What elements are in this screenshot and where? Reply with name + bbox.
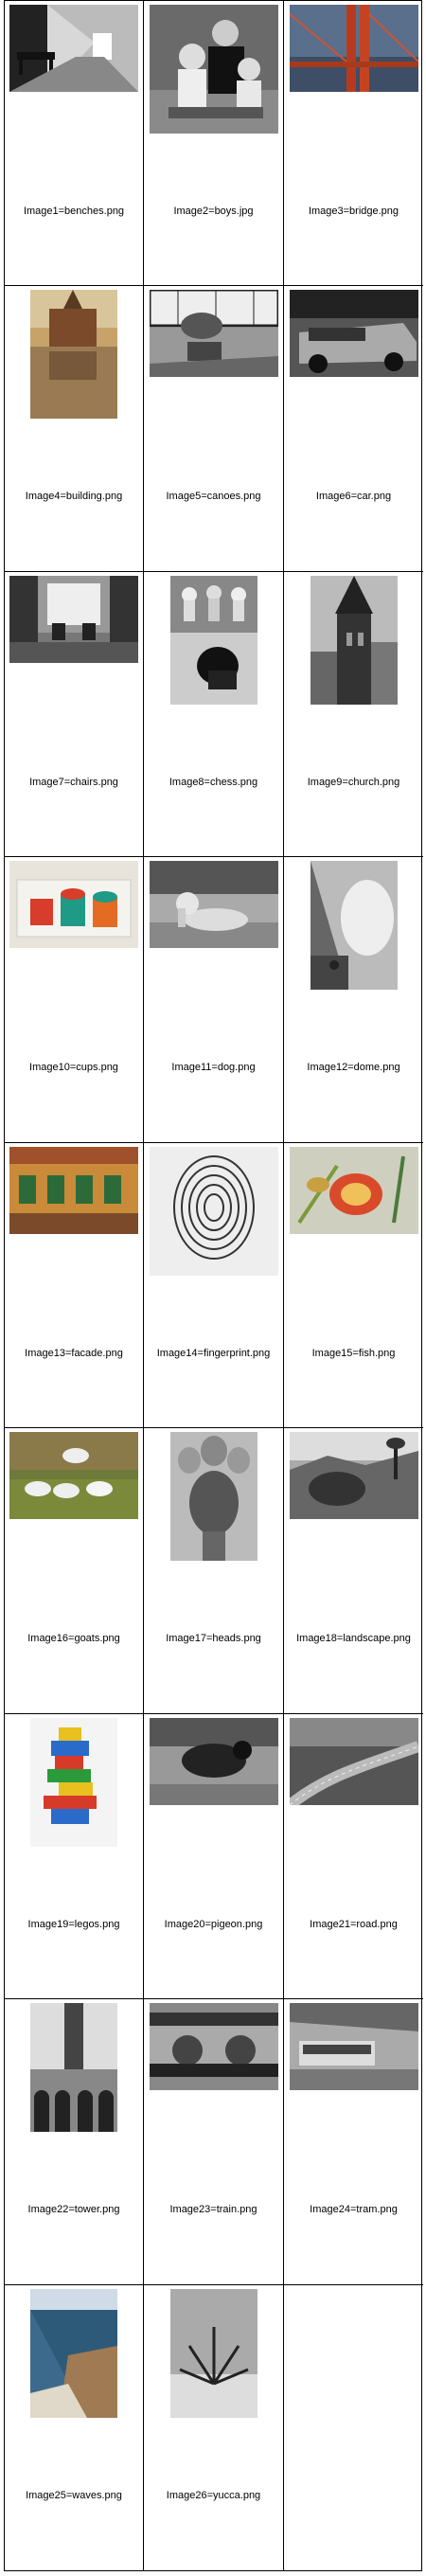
image-caption: Image2=boys.jpg (173, 206, 254, 217)
image-grid-table: Image1=benches.png Image2=boys.jpg Image… (4, 0, 423, 2571)
image-caption: Image3=bridge.png (308, 206, 399, 217)
tram-photo (289, 2003, 418, 2091)
image-caption: Image13=facade.png (25, 1347, 123, 1359)
waves-coast-photo (30, 2288, 117, 2418)
grid-cell: Image10=cups.png (5, 857, 144, 1143)
image-caption: Image5=canoes.png (166, 491, 261, 503)
image-caption: Image9=church.png (307, 776, 400, 788)
image-caption: Image23=train.png (169, 2204, 257, 2216)
image-caption: Image25=waves.png (26, 2489, 122, 2501)
grid-cell: Image24=tram.png (284, 1999, 423, 2285)
image-caption: Image19=legos.png (27, 1918, 120, 1930)
building-reflection-photo (30, 290, 117, 420)
image-caption: Image15=fish.png (311, 1347, 396, 1359)
canoes-photo (149, 290, 278, 378)
grid-cell: Image20=pigeon.png (144, 1713, 284, 2000)
grid-cell: Image23=train.png (144, 1999, 284, 2285)
facade-photo (9, 1146, 138, 1234)
image-caption: Image16=goats.png (27, 1633, 120, 1645)
grid-cell: Image5=canoes.png (144, 286, 284, 572)
image-caption: Image21=road.png (310, 1918, 398, 1930)
grid-cell: Image26=yucca.png (144, 2284, 284, 2570)
grid-cell: Image17=heads.png (144, 1428, 284, 1714)
tower-arches-photo (30, 2003, 117, 2133)
grid-cell (284, 2285, 423, 2570)
image-caption: Image18=landscape.png (296, 1633, 411, 1645)
grid-cell: Image8=chess.png (144, 571, 284, 858)
image-caption: Image6=car.png (315, 491, 392, 503)
road-photo (289, 1717, 418, 1805)
church-tower-photo (310, 575, 398, 705)
image-caption: Image22=tower.png (27, 2204, 120, 2216)
landscape-photo (289, 1432, 418, 1520)
legos-photo (30, 1717, 117, 1847)
grid-cell: Image1=benches.png (5, 1, 144, 287)
image-caption: Image7=chairs.png (29, 776, 118, 788)
chairs-room-photo (9, 575, 138, 663)
dome-photo (310, 861, 398, 991)
cups-photo (9, 861, 138, 949)
image-caption: Image11=dog.png (171, 1062, 256, 1074)
boys-portrait-photo (149, 5, 278, 134)
grid-cell: Image14=fingerprint.png (144, 1142, 284, 1429)
image-caption: Image17=heads.png (166, 1633, 261, 1645)
image-caption: Image8=chess.png (169, 776, 258, 788)
goats-photo (9, 1432, 138, 1520)
chess-pieces-photo (169, 575, 257, 705)
image-caption: Image14=fingerprint.png (156, 1347, 271, 1359)
grid-cell: Image18=landscape.png (284, 1428, 423, 1714)
grid-cell: Image3=bridge.png (284, 1, 423, 287)
pigeon-photo (149, 1717, 278, 1805)
image-caption: Image4=building.png (25, 491, 123, 503)
image-caption: Image24=tram.png (310, 2204, 398, 2216)
image-caption: Image26=yucca.png (166, 2489, 261, 2501)
grid-cell: Image21=road.png (284, 1714, 423, 2000)
image-caption: Image20=pigeon.png (164, 1918, 263, 1930)
yucca-photo (169, 2288, 257, 2418)
fingerprint-photo (149, 1146, 278, 1276)
image-caption: Image1=benches.png (23, 206, 125, 217)
grid-cell: Image6=car.png (284, 286, 423, 572)
grid-cell: Image9=church.png (284, 572, 423, 858)
fish-photo (289, 1146, 418, 1234)
grid-cell: Image19=legos.png (5, 1713, 144, 2000)
grid-cell: Image11=dog.png (144, 857, 284, 1143)
image-caption: Image12=dome.png (307, 1062, 400, 1074)
grid-cell: Image16=goats.png (5, 1428, 144, 1714)
corridor-benches-photo (9, 5, 138, 92)
grid-cell: Image2=boys.jpg (144, 1, 284, 287)
grid-cell: Image12=dome.png (284, 857, 423, 1143)
dog-photo (149, 861, 278, 949)
grid-cell: Image22=tower.png (5, 1999, 144, 2285)
bridge-photo (289, 5, 418, 92)
grid-cell: Image4=building.png (5, 286, 144, 572)
grid-cell: Image25=waves.png (5, 2284, 144, 2570)
train-photo (149, 2003, 278, 2091)
heads-sculpture-photo (169, 1432, 257, 1562)
car-photo (289, 290, 418, 378)
image-caption: Image10=cups.png (29, 1062, 118, 1074)
grid-cell: Image13=facade.png (5, 1142, 144, 1429)
grid-cell: Image7=chairs.png (5, 571, 144, 858)
grid-cell: Image15=fish.png (284, 1143, 423, 1429)
